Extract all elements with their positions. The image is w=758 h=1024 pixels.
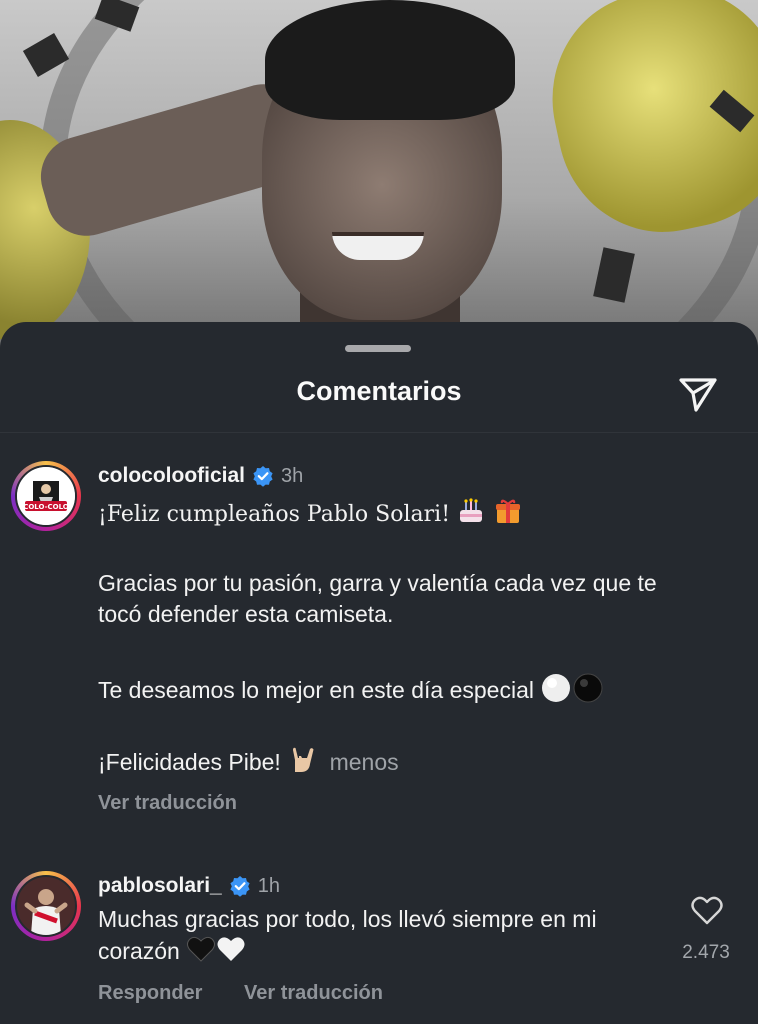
post-photo	[0, 0, 758, 360]
black-circle-icon	[572, 672, 604, 712]
gift-icon	[493, 496, 523, 534]
heart-outline-icon[interactable]	[690, 894, 724, 928]
paper-plane-icon[interactable]	[676, 372, 720, 416]
white-circle-icon	[540, 672, 572, 712]
translate-link[interactable]: Ver traducción	[244, 982, 383, 1005]
like-count: 2.473	[682, 942, 730, 963]
white-heart-icon	[216, 935, 246, 971]
comment-username[interactable]: colocolooficial	[98, 464, 245, 488]
avatar[interactable]: COLO-COLO	[11, 461, 81, 531]
comment-text: Muchas gracias por todo, los llevó siemp…	[98, 904, 658, 971]
reply-button[interactable]: Responder	[98, 982, 202, 1005]
translate-link[interactable]: Ver traducción	[98, 792, 237, 815]
comment-text-line4: ¡Felicidades Pibe! menos	[98, 744, 698, 784]
comment-pablosolari: pablosolari_ 1h Muchas gracias por todo,…	[0, 870, 758, 1020]
verified-badge-icon	[252, 465, 274, 487]
header-divider	[0, 432, 758, 433]
sheet-title: Comentarios	[296, 376, 462, 406]
verified-badge-icon	[229, 875, 251, 897]
avatar[interactable]	[11, 871, 81, 941]
comment-time: 3h	[281, 464, 304, 487]
birthday-cake-icon	[456, 496, 486, 534]
comment-username[interactable]: pablosolari_	[98, 874, 222, 898]
comment-text-line1: ¡Feliz cumpleaños Pablo Solari!	[98, 496, 698, 534]
comment-text-line3: Te deseamos lo mejor en este día especia…	[98, 672, 698, 712]
comment-time: 1h	[257, 874, 280, 897]
rock-hand-icon	[287, 744, 319, 784]
less-link[interactable]: menos	[330, 749, 399, 775]
avatar-logo-text: COLO-COLO	[23, 503, 69, 511]
comment-colocolooficial: COLO-COLO colocolooficial 3h ¡Feliz cump…	[0, 460, 758, 820]
sheet-drag-handle[interactable]	[345, 345, 411, 352]
black-heart-icon	[186, 935, 216, 971]
comment-text-line2: Gracias por tu pasión, garra y valentía …	[98, 570, 657, 627]
